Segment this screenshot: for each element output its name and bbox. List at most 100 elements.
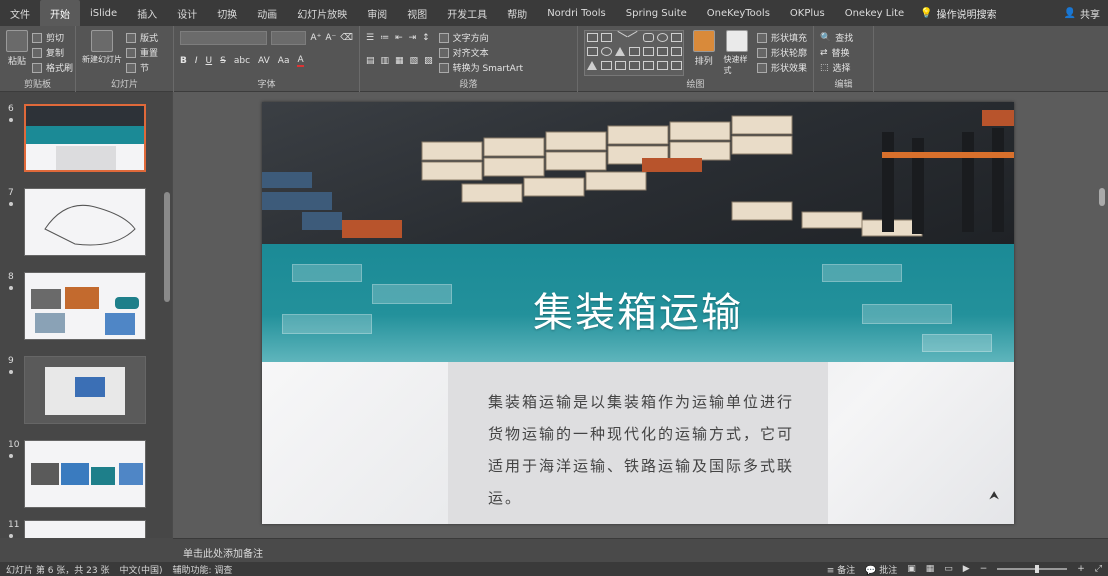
section-button[interactable]: 节	[126, 60, 158, 75]
slide-sorter-icon[interactable]: ▦	[926, 564, 935, 574]
notes-placeholder[interactable]: 单击此处添加备注	[183, 549, 263, 560]
star-shape-icon[interactable]	[671, 47, 682, 56]
triangle-shape-icon-2[interactable]	[587, 61, 597, 70]
rect-shape-icon[interactable]	[601, 33, 612, 42]
tab-2[interactable]: iSlide	[80, 0, 127, 26]
tab-4[interactable]: 设计	[167, 0, 207, 26]
cut-button[interactable]: 剪切	[32, 30, 73, 45]
zoom-slider-knob[interactable]	[1035, 565, 1040, 573]
copy-button[interactable]: 复制	[32, 45, 73, 60]
paste-button[interactable]: 粘贴	[6, 30, 28, 75]
slide-title[interactable]: 集装箱运输	[262, 280, 1014, 338]
wave-shape-icon[interactable]	[629, 61, 640, 70]
justify-icon[interactable]: ▧	[410, 56, 419, 66]
decrease-indent-icon[interactable]: ⇤	[395, 33, 403, 43]
shapes-gallery[interactable]	[584, 30, 684, 76]
bracket-shape-icon-2[interactable]	[657, 61, 668, 70]
clear-format-icon[interactable]: ⌫	[340, 33, 353, 43]
bold-icon[interactable]: B	[180, 56, 187, 66]
body-textbox[interactable]: 集装箱运输是以集装箱作为运输单位进行货物运输的一种现代化的运输方式，它可适用于海…	[448, 362, 828, 524]
tab-1[interactable]: 开始	[40, 0, 80, 26]
share-button[interactable]: 👤 共享	[1064, 0, 1100, 26]
thumbnail-preview[interactable]	[24, 188, 146, 256]
tab-3[interactable]: 插入	[127, 0, 167, 26]
rectangle-shape-icon[interactable]	[587, 33, 598, 42]
font-name-combo[interactable]	[180, 30, 267, 45]
tell-me-box[interactable]: 💡 操作说明搜索	[920, 6, 996, 21]
scrollbar-thumb[interactable]	[1099, 188, 1105, 206]
line-spacing-icon[interactable]: ↕	[422, 33, 430, 43]
thumbnail-slide[interactable]: 7	[0, 188, 160, 260]
italic-icon[interactable]: I	[195, 56, 198, 66]
arrange-button[interactable]: 排列	[690, 30, 717, 76]
tab-12[interactable]: Nordri Tools	[537, 0, 616, 26]
thumbnails-scrollbar[interactable]	[162, 92, 172, 538]
editor-scrollbar[interactable]	[1096, 92, 1108, 538]
new-slide-button[interactable]: 新建幻灯片	[82, 30, 122, 75]
thumbnail-slide[interactable]: 11	[0, 520, 160, 538]
brace-shape-icon[interactable]	[601, 61, 612, 70]
body-text[interactable]: 集装箱运输是以集装箱作为运输单位进行货物运输的一种现代化的运输方式，它可适用于海…	[488, 386, 806, 514]
numbering-icon[interactable]: ≔	[380, 33, 389, 43]
tab-5[interactable]: 切换	[207, 0, 247, 26]
align-text-button[interactable]: 对齐文本	[438, 45, 523, 60]
thumbnail-slide[interactable]: 10	[0, 440, 160, 512]
normal-view-icon[interactable]: ▣	[907, 564, 916, 574]
zoom-out-icon[interactable]: −	[980, 564, 988, 574]
notes-pane[interactable]: 单击此处添加备注	[173, 538, 1108, 562]
zoom-in-icon[interactable]: +	[1077, 564, 1085, 574]
tab-13[interactable]: Spring Suite	[616, 0, 697, 26]
quick-styles-button[interactable]: 快速样式	[723, 30, 750, 76]
zoom-slider[interactable]	[997, 565, 1068, 573]
more-shapes-icon[interactable]	[671, 61, 682, 70]
font-color-icon[interactable]: A	[297, 55, 304, 67]
find-button[interactable]: 🔍 查找	[820, 30, 867, 45]
select-button[interactable]: ⬚ 选择	[820, 60, 867, 75]
language-indicator[interactable]: 中文(中国)	[119, 563, 162, 576]
reset-button[interactable]: 重置	[126, 45, 158, 60]
tab-16[interactable]: Onekey Lite	[835, 0, 914, 26]
tab-15[interactable]: OKPlus	[780, 0, 835, 26]
shape-effects-button[interactable]: 形状效果	[756, 60, 807, 75]
strikethrough-icon[interactable]: S	[220, 56, 226, 66]
tab-8[interactable]: 审阅	[357, 0, 397, 26]
thumbnail-preview[interactable]	[24, 272, 146, 340]
rounded-rect-shape-icon[interactable]	[643, 33, 654, 42]
bracket-shape-icon[interactable]	[643, 61, 654, 70]
curve-shape-icon[interactable]	[615, 61, 626, 70]
thumbnail-preview[interactable]	[24, 440, 146, 508]
underline-icon[interactable]: U	[206, 56, 213, 66]
reading-view-icon[interactable]: ▭	[944, 564, 953, 574]
char-spacing-icon[interactable]: AV	[258, 56, 270, 66]
align-center-icon[interactable]: ▥	[381, 56, 390, 66]
bullets-icon[interactable]: ☰	[366, 33, 374, 43]
align-left-icon[interactable]: ▤	[366, 56, 375, 66]
line-shape-icon-2[interactable]	[627, 30, 642, 45]
triangle-shape-icon[interactable]	[615, 47, 625, 56]
tab-0[interactable]: 文件	[0, 0, 40, 26]
tab-10[interactable]: 开发工具	[437, 0, 497, 26]
format-painter-button[interactable]: 格式刷	[32, 60, 73, 75]
increase-font-icon[interactable]: A⁺	[310, 33, 321, 43]
elbow-shape-icon[interactable]	[643, 47, 654, 56]
tab-7[interactable]: 幻灯片放映	[287, 0, 357, 26]
shadow-icon[interactable]: abc	[234, 56, 250, 66]
tab-11[interactable]: 帮助	[497, 0, 537, 26]
layout-button[interactable]: 版式	[126, 30, 158, 45]
change-case-icon[interactable]: Aa	[278, 56, 290, 66]
columns-icon[interactable]: ▨	[424, 56, 433, 66]
thumbnail-slide[interactable]: 9	[0, 356, 160, 428]
notes-toggle-button[interactable]: ≡ 备注	[827, 563, 855, 576]
align-right-icon[interactable]: ▦	[395, 56, 404, 66]
thumbnail-slide[interactable]: 6	[0, 104, 160, 176]
shape-outline-button[interactable]: 形状轮廓	[756, 45, 807, 60]
process-shape-icon[interactable]	[587, 47, 598, 56]
replace-button[interactable]: ⇄ 替换	[820, 45, 867, 60]
accessibility-status[interactable]: 辅助功能: 调查	[173, 563, 233, 576]
slideshow-icon[interactable]: ▶	[963, 564, 970, 574]
increase-indent-icon[interactable]: ⇥	[409, 33, 417, 43]
fit-slide-icon[interactable]: ⤢	[1095, 564, 1102, 574]
scrollbar-thumb[interactable]	[164, 192, 170, 302]
tab-6[interactable]: 动画	[247, 0, 287, 26]
square-shape-icon[interactable]	[671, 33, 682, 42]
